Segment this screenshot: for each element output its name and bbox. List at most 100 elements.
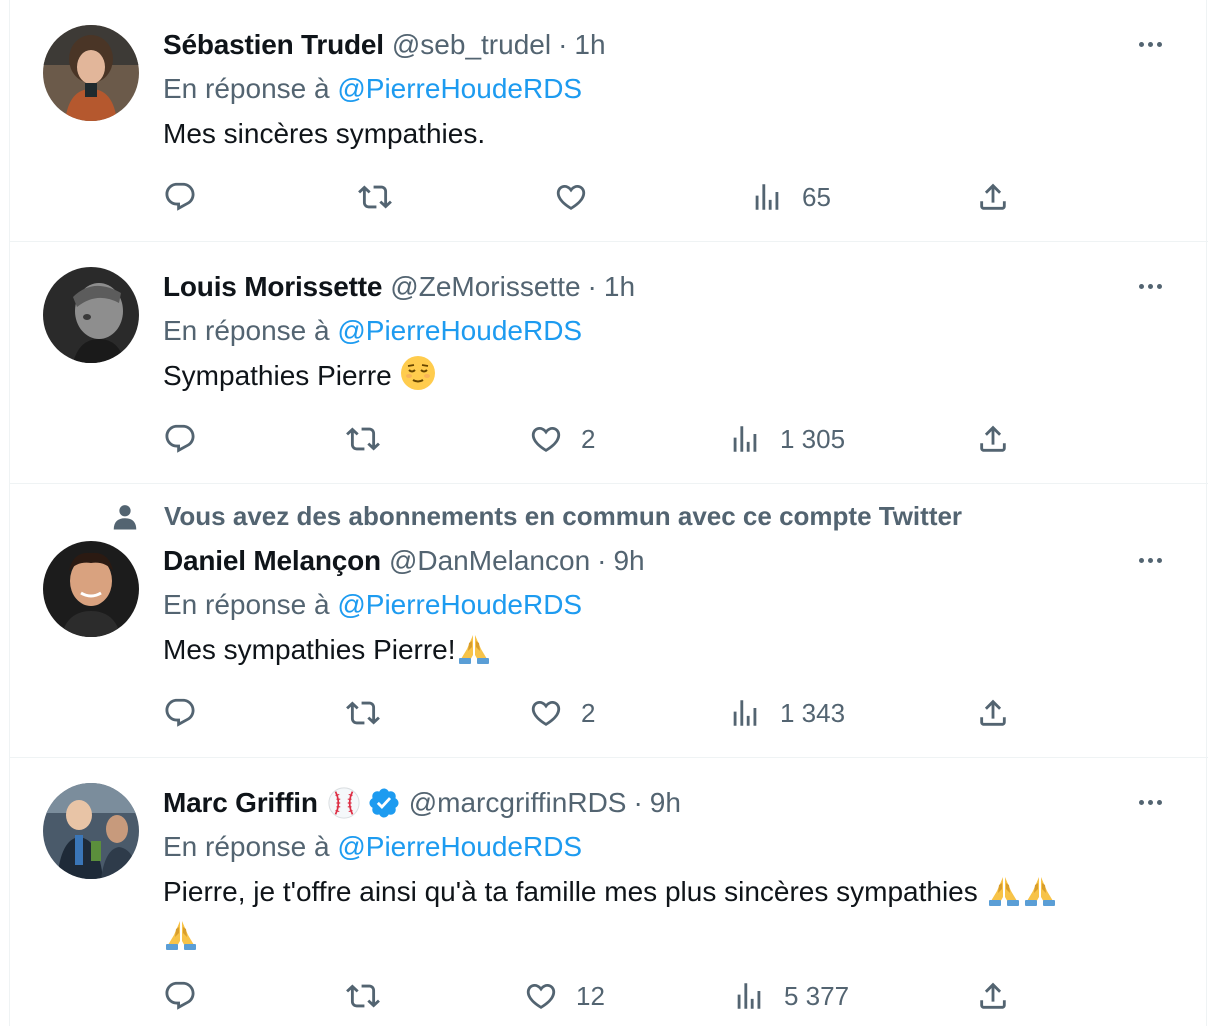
like-button[interactable]: 12 — [524, 976, 605, 1016]
avatar[interactable] — [43, 783, 139, 879]
reply-context: En réponse à @PierreHoudeRDS — [163, 73, 582, 105]
reply-prefix: En réponse à — [163, 589, 338, 620]
tweet[interactable]: Marc Griffin @marcgriffinRDS · 9h En rép… — [10, 758, 1208, 1026]
views-button[interactable]: 5 377 — [732, 976, 849, 1016]
author-name[interactable]: Sébastien Trudel — [163, 29, 384, 61]
like-button[interactable]: 2 — [529, 693, 595, 733]
retweet-icon — [346, 422, 380, 456]
heart-icon — [529, 422, 563, 456]
author-handle[interactable]: @seb_trudel — [392, 29, 551, 61]
folded-hands-emoji — [986, 871, 1022, 907]
views-count: 65 — [802, 181, 831, 212]
tweet[interactable]: Louis Morissette @ZeMorissette · 1h En r… — [10, 242, 1208, 484]
folded-hands-emoji — [1022, 871, 1058, 907]
author-handle[interactable]: @marcgriffinRDS — [409, 787, 627, 819]
verified-badge-icon[interactable] — [367, 786, 401, 820]
social-context: Vous avez des abonnements en commun avec… — [110, 501, 962, 532]
heart-icon — [554, 180, 588, 214]
timestamp[interactable]: 1h — [604, 271, 635, 303]
mention-link[interactable]: @PierreHoudeRDS — [337, 73, 582, 104]
author-handle[interactable]: @ZeMorissette — [390, 271, 580, 303]
tweet-header: Daniel Melançon @DanMelancon · 9h — [163, 543, 645, 579]
more-icon[interactable] — [1130, 545, 1170, 575]
tweet-text: Pierre, je t'offre ainsi qu'à ta famille… — [163, 870, 1173, 958]
reply-button[interactable] — [163, 177, 197, 217]
tweet-header: Sébastien Trudel @seb_trudel · 1h — [163, 27, 606, 63]
views-button[interactable]: 1 305 — [728, 419, 845, 459]
tweet-text: Mes sincères sympathies. — [163, 112, 1173, 156]
views-icon — [750, 180, 784, 214]
share-button[interactable] — [976, 693, 1010, 733]
retweet-button[interactable] — [346, 976, 380, 1016]
author-handle[interactable]: @DanMelancon — [389, 545, 590, 577]
share-icon — [976, 696, 1010, 730]
views-icon — [728, 696, 762, 730]
share-button[interactable] — [976, 419, 1010, 459]
like-button[interactable]: 2 — [529, 419, 595, 459]
reply-icon — [163, 422, 197, 456]
reply-button[interactable] — [163, 976, 197, 1016]
tweet-header: Marc Griffin @marcgriffinRDS · 9h — [163, 785, 681, 821]
views-count: 1 305 — [780, 423, 846, 454]
heart-icon — [524, 979, 558, 1013]
reply-button[interactable] — [163, 419, 197, 459]
share-button[interactable] — [976, 177, 1010, 217]
timestamp[interactable]: 1h — [574, 29, 605, 61]
retweet-button[interactable] — [358, 177, 392, 217]
reply-button[interactable] — [163, 693, 197, 733]
mention-link[interactable]: @PierreHoudeRDS — [337, 589, 582, 620]
relieved-face-emoji — [400, 356, 435, 390]
author-name[interactable]: Louis Morissette — [163, 271, 382, 303]
mention-link[interactable]: @PierreHoudeRDS — [337, 831, 582, 862]
share-button[interactable] — [976, 976, 1010, 1016]
like-button[interactable] — [554, 177, 588, 217]
person-icon — [113, 504, 137, 529]
tweet-body: Mes sincères sympathies. — [163, 118, 486, 149]
retweet-button[interactable] — [346, 693, 380, 733]
retweet-icon — [346, 696, 380, 730]
retweet-button[interactable] — [346, 419, 380, 459]
baseball-emoji — [328, 787, 360, 819]
avatar[interactable] — [43, 541, 139, 637]
separator: · — [597, 545, 607, 576]
reply-icon — [163, 696, 197, 730]
tweet[interactable]: Vous avez des abonnements en commun avec… — [10, 484, 1208, 758]
more-icon[interactable] — [1130, 29, 1170, 59]
retweet-icon — [346, 979, 380, 1013]
tweet-body: Pierre, je t'offre ainsi qu'à ta famille… — [163, 876, 978, 907]
avatar[interactable] — [43, 267, 139, 363]
like-count: 12 — [576, 980, 605, 1011]
separator: · — [587, 271, 597, 302]
timestamp[interactable]: 9h — [650, 787, 681, 819]
tweet-text: Sympathies Pierre — [163, 354, 1173, 398]
tweet[interactable]: Sébastien Trudel @seb_trudel · 1h En rép… — [10, 0, 1208, 242]
more-icon[interactable] — [1130, 787, 1170, 817]
views-icon — [732, 979, 766, 1013]
timestamp[interactable]: 9h — [613, 545, 644, 577]
views-button[interactable]: 65 — [750, 177, 831, 217]
tweet-text: Mes sympathies Pierre! — [163, 628, 1173, 672]
avatar[interactable] — [43, 25, 139, 121]
separator: · — [633, 787, 643, 818]
more-icon[interactable] — [1130, 271, 1170, 301]
tweet-body: Mes sympathies Pierre! — [163, 634, 456, 665]
author-name[interactable]: Marc Griffin — [163, 787, 318, 819]
mention-link[interactable]: @PierreHoudeRDS — [337, 315, 582, 346]
like-count: 2 — [581, 697, 596, 728]
share-icon — [976, 979, 1010, 1013]
reply-context: En réponse à @PierreHoudeRDS — [163, 831, 582, 863]
reply-feed: Sébastien Trudel @seb_trudel · 1h En rép… — [9, 0, 1208, 1026]
reply-icon — [163, 180, 197, 214]
separator: · — [558, 29, 568, 60]
social-context-text: Vous avez des abonnements en commun avec… — [164, 501, 963, 531]
share-icon — [976, 422, 1010, 456]
views-button[interactable]: 1 343 — [728, 693, 845, 733]
tweet-body: Sympathies Pierre — [163, 360, 392, 391]
author-name[interactable]: Daniel Melançon — [163, 545, 381, 577]
share-icon — [976, 180, 1010, 214]
views-count: 1 343 — [780, 697, 846, 728]
folded-hands-emoji — [163, 915, 199, 951]
reply-context: En réponse à @PierreHoudeRDS — [163, 589, 582, 621]
reply-icon — [163, 979, 197, 1013]
reply-prefix: En réponse à — [163, 73, 338, 104]
